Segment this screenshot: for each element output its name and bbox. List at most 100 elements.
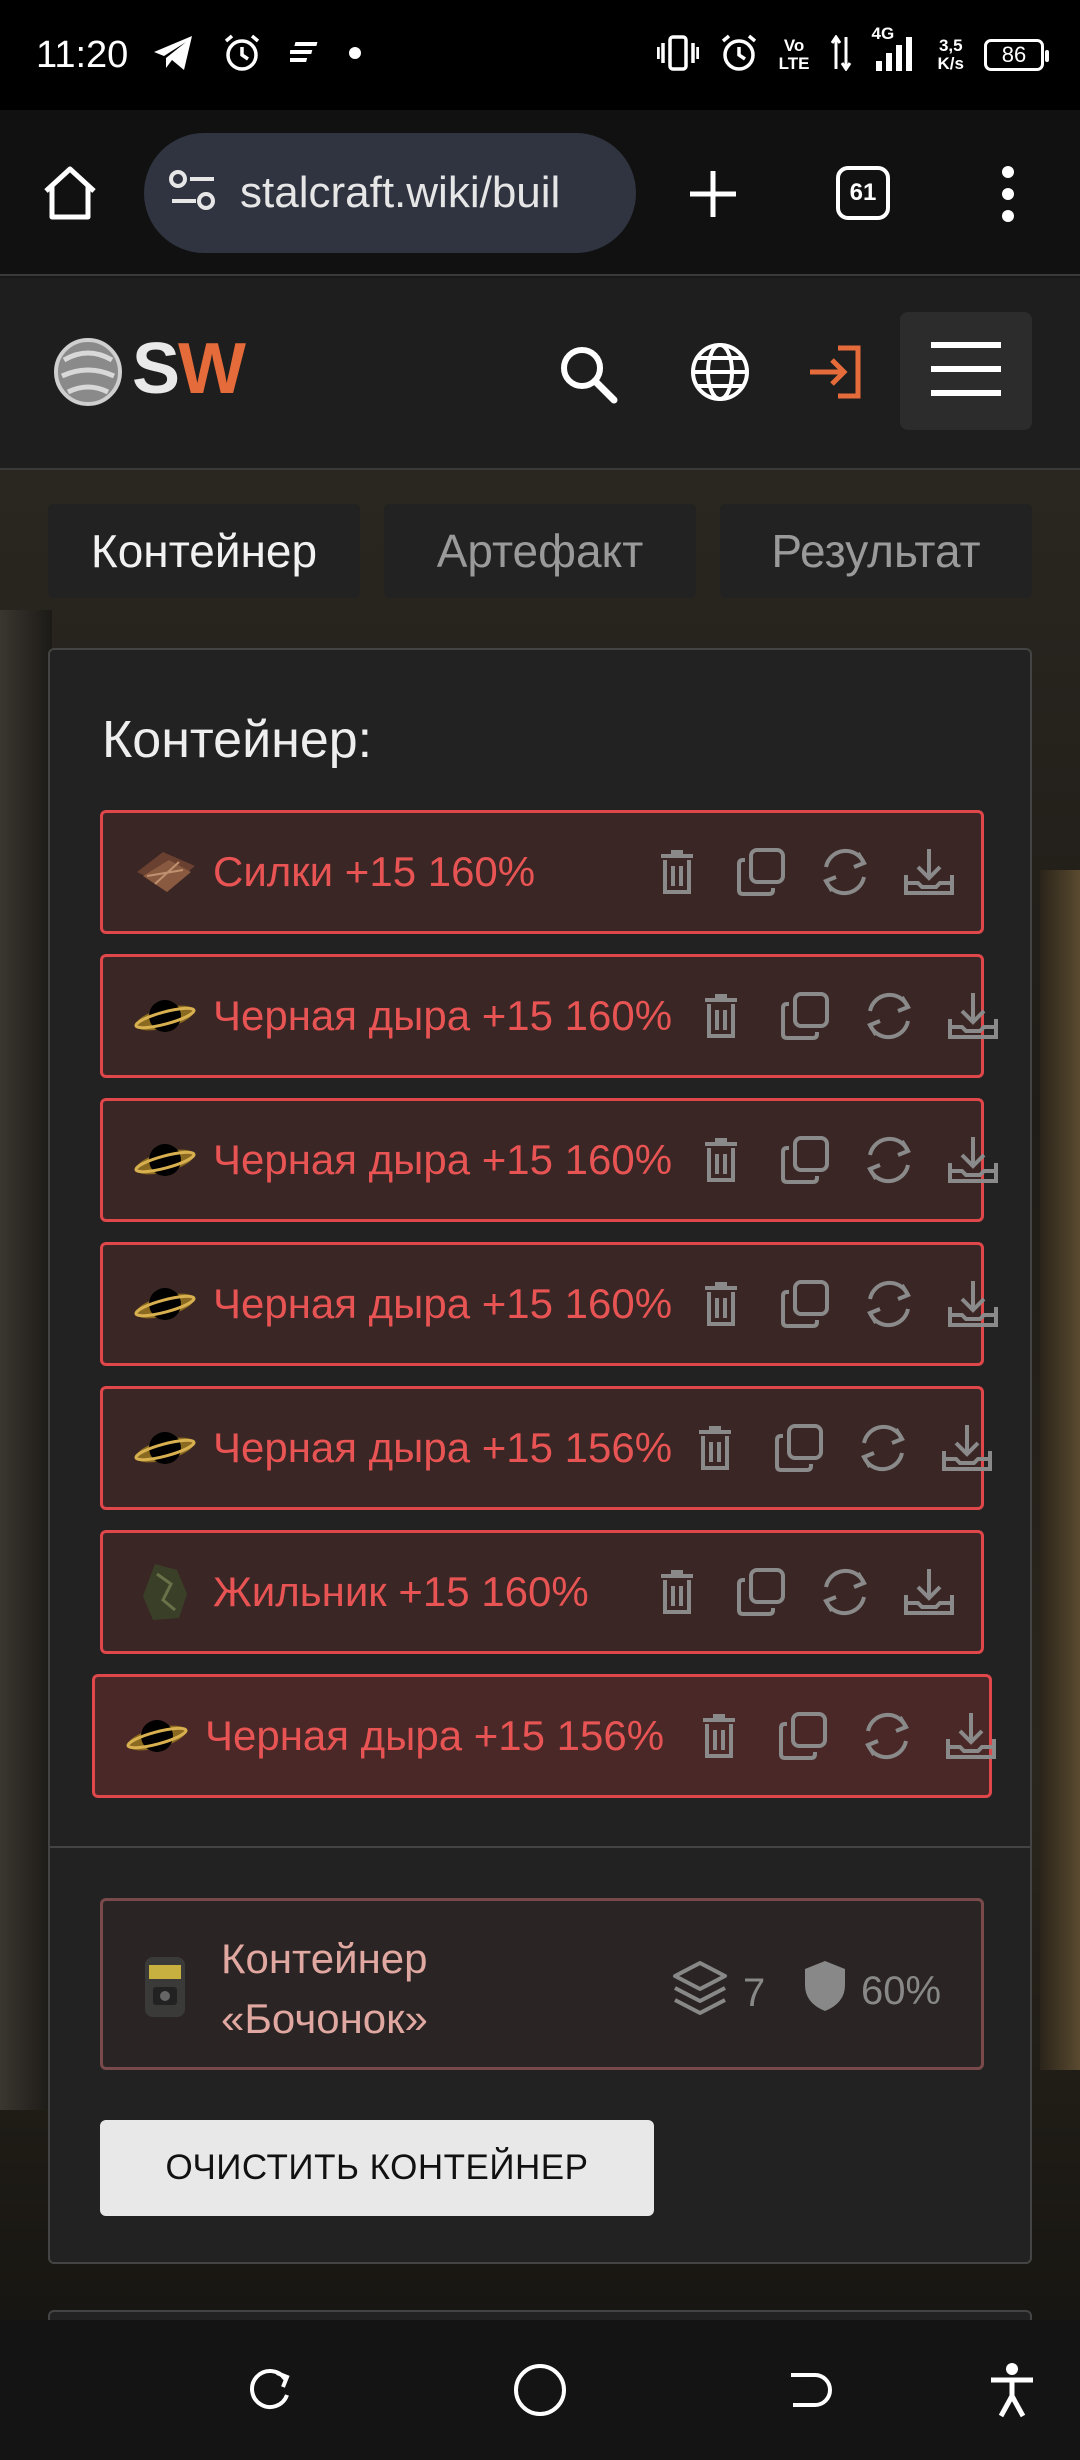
snare-artifact-icon [133,840,197,904]
copy-icon[interactable] [777,1276,833,1332]
artifact-item[interactable]: Черная дыра +15 160% [100,1098,998,1222]
home-icon[interactable] [40,163,100,228]
volte-indicator: Vo LTE [778,36,810,73]
menu-button[interactable] [900,312,1032,430]
hamburger-icon [929,341,1003,402]
black-hole-artifact-icon [133,984,197,1048]
delete-icon[interactable] [693,1276,749,1332]
item-actions [691,1677,999,1795]
alarm-icon [222,33,262,78]
item-actions [693,1101,1001,1219]
site-header: SW [0,278,1080,470]
dot-icon [348,46,362,65]
artifact-name: Силки +15 160% [213,848,536,895]
alarm-status-icon [719,33,759,78]
download-icon[interactable] [901,844,957,900]
artifact-name: Черная дыра +15 160% [213,1280,673,1327]
search-icon[interactable] [556,342,620,411]
artifact-name: Черная дыра +15 160% [213,992,673,1039]
divider [50,1846,1030,1848]
recent-apps-icon[interactable] [240,2360,300,2420]
layers-icon [671,1959,729,2027]
login-icon[interactable] [804,340,868,409]
clear-container-button[interactable]: ОЧИСТИТЬ КОНТЕЙНЕР [100,2120,654,2216]
url-text: stalcraft.wiki/buil [240,168,561,217]
artifact-item-dragging[interactable]: Черная дыра +15 156% [92,1674,996,1798]
tab-result[interactable]: Результат [720,504,1032,598]
download-icon[interactable] [943,1708,999,1764]
vein-artifact-icon [133,1560,197,1624]
item-actions [693,1245,1001,1363]
clock: 11:20 [36,33,129,76]
replace-icon[interactable] [817,844,873,900]
artifact-item[interactable]: Черная дыра +15 156% [100,1386,992,1510]
delete-icon[interactable] [693,988,749,1044]
language-globe-icon[interactable] [688,340,752,409]
replace-icon[interactable] [859,1708,915,1764]
artifact-name: Черная дыра +15 156% [213,1424,673,1471]
item-actions [687,1389,995,1507]
artifact-item[interactable]: Черная дыра +15 160% [100,954,998,1078]
delete-icon[interactable] [687,1420,743,1476]
tab-switcher-button[interactable]: 61 [836,166,890,220]
new-tab-icon[interactable] [686,167,740,226]
notification-icon [284,40,320,71]
copy-icon[interactable] [733,844,789,900]
container-panel: Контейнер: Силки +15 160% Черная дыра +1… [48,648,1032,2264]
black-hole-artifact-icon [133,1128,197,1192]
copy-icon[interactable] [775,1708,831,1764]
barrel-container-icon [133,1953,197,2026]
delete-icon[interactable] [691,1708,747,1764]
copy-icon[interactable] [777,1132,833,1188]
delete-icon[interactable] [693,1132,749,1188]
browser-toolbar: stalcraft.wiki/buil 61 [0,110,1080,276]
container-slots: 7 [671,1959,765,2027]
download-icon[interactable] [945,988,1001,1044]
artifact-name: Черная дыра +15 160% [213,1136,673,1183]
copy-icon[interactable] [777,988,833,1044]
status-bar: 11:20 Vo LTE 4G 3,5 K/s 86 [0,0,1080,110]
delete-icon[interactable] [649,844,705,900]
tab-artifact[interactable]: Артефакт [384,504,696,598]
copy-icon[interactable] [771,1420,827,1476]
download-icon[interactable] [939,1420,995,1476]
item-actions [649,1533,957,1651]
more-options-icon[interactable] [996,164,1020,229]
logo-emblem-icon[interactable] [52,336,124,413]
system-nav-bar [0,2320,1080,2460]
black-hole-artifact-icon [125,1704,189,1768]
container-name: Контейнер «Бочонок» [221,1935,428,2042]
replace-icon[interactable] [855,1420,911,1476]
back-icon[interactable] [778,2360,838,2420]
copy-icon[interactable] [733,1564,789,1620]
artifact-item[interactable]: Черная дыра +15 160% [100,1242,998,1366]
black-hole-artifact-icon [133,1416,197,1480]
site-settings-icon[interactable] [168,169,218,218]
replace-icon[interactable] [861,1132,917,1188]
black-hole-artifact-icon [133,1272,197,1336]
delete-icon[interactable] [649,1564,705,1620]
home-nav-icon[interactable] [510,2360,570,2420]
artifact-item[interactable]: Силки +15 160% [100,810,984,934]
tab-container[interactable]: Контейнер [48,504,360,598]
download-icon[interactable] [901,1564,957,1620]
site-logo[interactable]: SW [132,328,246,410]
replace-icon[interactable] [817,1564,873,1620]
telegram-icon [152,34,194,77]
address-bar[interactable]: stalcraft.wiki/buil [144,133,636,253]
container-card[interactable]: Контейнер «Бочонок» 7 60% [100,1898,984,2070]
artifact-item[interactable]: Жильник +15 160% [100,1530,984,1654]
item-actions [693,957,1001,1075]
replace-icon[interactable] [861,1276,917,1332]
shield-icon [803,1959,847,2023]
artifact-name: Черная дыра +15 156% [205,1712,665,1759]
replace-icon[interactable] [861,988,917,1044]
network-speed: 3,5 K/s [937,36,964,73]
accessibility-icon[interactable] [982,2360,1042,2420]
download-icon[interactable] [945,1132,1001,1188]
artifact-name: Жильник +15 160% [213,1568,589,1615]
panel-title: Контейнер: [102,711,373,769]
container-protection: 60% [803,1959,941,2023]
vibrate-icon [655,34,700,76]
download-icon[interactable] [945,1276,1001,1332]
